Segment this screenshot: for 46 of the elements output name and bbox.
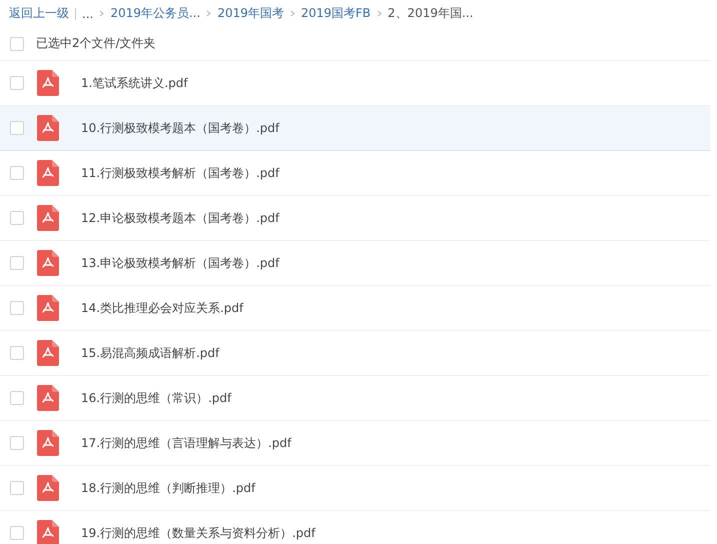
file-checkbox[interactable] <box>10 166 24 180</box>
pdf-file-icon <box>37 430 59 456</box>
pdf-file-icon <box>37 250 59 276</box>
file-name: 14.类比推理必会对应关系.pdf <box>81 300 244 316</box>
file-checkbox[interactable] <box>10 391 24 405</box>
pdf-file-icon <box>37 385 59 411</box>
breadcrumb-ellipsis[interactable]: ... <box>82 6 94 20</box>
back-link[interactable]: 返回上一级 <box>9 5 69 22</box>
file-checkbox[interactable] <box>10 76 24 90</box>
file-name: 10.行测极致模考题本（国考卷）.pdf <box>81 120 280 136</box>
file-checkbox[interactable] <box>10 211 24 225</box>
file-name: 12.申论极致模考题本（国考卷）.pdf <box>81 210 280 226</box>
file-name: 1.笔试系统讲义.pdf <box>81 74 188 92</box>
file-name: 18.行测的思维（判断推理）.pdf <box>81 480 256 496</box>
file-row[interactable]: 10.行测极致模考题本（国考卷）.pdf <box>0 106 710 151</box>
chevron-icon <box>206 10 212 17</box>
file-name: 11.行测极致模考解析（国考卷）.pdf <box>81 164 280 182</box>
pdf-file-icon <box>37 475 59 501</box>
pdf-file-icon <box>37 160 59 186</box>
file-name: 17.行测的思维（言语理解与表达）.pdf <box>81 434 292 452</box>
file-checkbox[interactable] <box>10 301 24 315</box>
pdf-file-icon <box>37 295 59 321</box>
breadcrumb-link[interactable]: 2019年公务员... <box>110 5 200 22</box>
breadcrumb-link[interactable]: 2019国考FB <box>300 5 371 22</box>
file-name: 19.行测的思维（数量关系与资料分析）.pdf <box>81 524 316 542</box>
file-name: 15.易混高频成语解析.pdf <box>81 344 220 362</box>
select-all-checkbox[interactable] <box>10 36 24 50</box>
file-name: 13.申论极致模考解析（国考卷）.pdf <box>81 254 280 272</box>
file-checkbox[interactable] <box>10 481 24 495</box>
file-name: 16.行测的思维（常识）.pdf <box>81 390 232 406</box>
breadcrumb-link[interactable]: 2019年国考 <box>217 5 284 22</box>
pdf-file-icon <box>37 115 59 141</box>
pdf-file-icon <box>37 70 59 96</box>
chevron-icon <box>376 10 382 17</box>
file-checkbox[interactable] <box>10 256 24 270</box>
file-checkbox[interactable] <box>10 436 24 450</box>
selection-count-label: 已选中2个文件/文件夹 <box>36 35 156 52</box>
pdf-file-icon <box>37 205 59 231</box>
breadcrumb-link[interactable]: 2、2019年国... <box>388 5 474 22</box>
file-checkbox[interactable] <box>10 526 24 540</box>
chevron-icon <box>290 10 295 17</box>
file-checkbox[interactable] <box>10 121 24 135</box>
chevron-icon <box>99 10 104 17</box>
pdf-file-icon <box>37 340 59 366</box>
pdf-file-icon <box>37 520 59 544</box>
file-checkbox[interactable] <box>10 346 24 360</box>
